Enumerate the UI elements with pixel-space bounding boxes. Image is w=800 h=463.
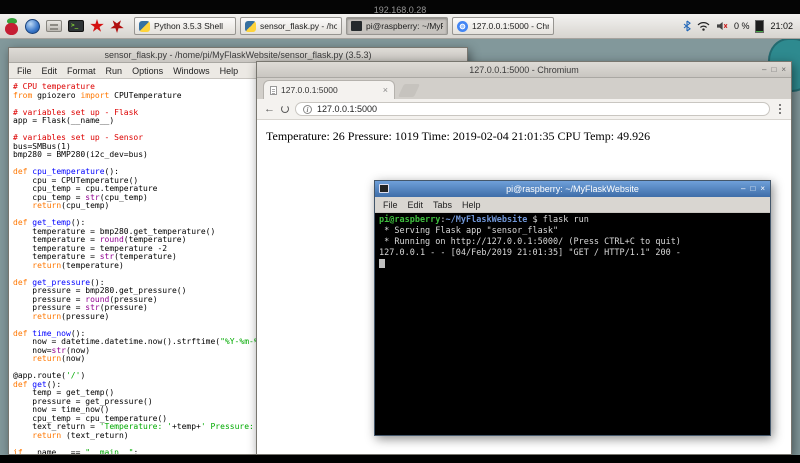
terminal-menu-edit[interactable]: Edit — [403, 200, 429, 210]
chromium-window-controls: – □ × — [762, 62, 786, 77]
clock[interactable]: 21:02 — [770, 21, 793, 31]
reload-icon[interactable] — [281, 105, 289, 113]
cpu-usage-label: 0 % — [733, 21, 750, 31]
chromium-icon — [457, 20, 468, 32]
taskbar-task-python[interactable]: Python 3.5.3 Shell — [134, 17, 236, 35]
idle-menu-windows[interactable]: Windows — [168, 66, 215, 76]
terminal-window: pi@raspberry: ~/MyFlaskWebsite – □ × Fil… — [374, 180, 771, 436]
minimize-icon[interactable]: – — [762, 65, 766, 74]
screen-letterbox — [0, 455, 800, 463]
terminal-menu-tabs[interactable]: Tabs — [428, 200, 457, 210]
term-line — [379, 259, 766, 270]
chromium-toolbar: ← i 127.0.0.1:5000 — [257, 99, 791, 120]
task-label: sensor_flask.py - /ho... — [260, 21, 337, 31]
raspberry-menu-icon[interactable] — [4, 17, 19, 35]
idle-window-title: sensor_flask.py - /home/pi/MyFlaskWebsit… — [104, 50, 372, 60]
terminal-body[interactable]: pi@raspberry:~/MyFlaskWebsite $ flask ru… — [375, 213, 770, 435]
taskbar: Python 3.5.3 Shell sensor_flask.py - /ho.… — [0, 14, 800, 39]
idle-menu-options[interactable]: Options — [127, 66, 168, 76]
idle-menu-help[interactable]: Help — [215, 66, 244, 76]
minimize-icon[interactable]: – — [741, 185, 745, 193]
close-icon[interactable]: × — [760, 185, 765, 193]
taskbar-tasks: Python 3.5.3 Shell sensor_flask.py - /ho.… — [134, 17, 679, 35]
url-text: 127.0.0.1:5000 — [317, 104, 378, 114]
tab-close-icon[interactable]: × — [383, 85, 388, 95]
terminal-app-icon — [379, 184, 389, 193]
close-icon[interactable]: × — [781, 65, 786, 74]
page-favicon-icon — [270, 85, 277, 95]
bluetooth-icon[interactable] — [683, 20, 691, 32]
chromium-window-title: 127.0.0.1:5000 - Chromium — [469, 64, 579, 75]
browser-menu-icon[interactable] — [779, 108, 781, 110]
tab-label: 127.0.0.1:5000 — [281, 85, 338, 95]
taskbar-task-python[interactable]: sensor_flask.py - /ho... — [240, 17, 342, 35]
cpu-meter[interactable] — [755, 19, 765, 33]
task-label: pi@raspberry: ~/MyFl... — [366, 21, 443, 31]
mathematica-icon[interactable] — [107, 16, 126, 35]
chromium-titlebar[interactable]: 127.0.0.1:5000 - Chromium – □ × — [257, 62, 791, 78]
idle-menu-run[interactable]: Run — [101, 66, 128, 76]
term-line: 127.0.0.1 - - [04/Feb/2019 21:01:35] "GE… — [379, 248, 681, 258]
address-bar[interactable]: i 127.0.0.1:5000 — [295, 102, 770, 116]
screen: 192.168.0.28 Python 3.5.3 Shell sensor_fl… — [0, 0, 800, 463]
taskbar-task-chromium[interactable]: 127.0.0.1:5000 - Chro... — [452, 17, 554, 35]
maximize-icon[interactable]: □ — [771, 65, 776, 74]
idle-menu-format[interactable]: Format — [62, 66, 101, 76]
chromium-tabstrip: 127.0.0.1:5000 × — [257, 78, 791, 99]
system-tray: 0 % 21:02 — [683, 19, 796, 33]
taskbar-task-terminal[interactable]: pi@raspberry: ~/MyFl... — [346, 17, 448, 35]
page-info-icon[interactable]: i — [303, 104, 312, 114]
taskbar-launchers — [4, 18, 124, 35]
maximize-icon[interactable]: □ — [750, 185, 755, 193]
term-line: * Running on http://127.0.0.1:5000/ (Pre… — [379, 237, 681, 247]
task-label: 127.0.0.1:5000 - Chro... — [472, 21, 549, 31]
terminal-titlebar[interactable]: pi@raspberry: ~/MyFlaskWebsite – □ × — [375, 181, 770, 197]
task-label: Python 3.5.3 Shell — [154, 21, 223, 31]
sensor-readout-text: Temperature: 26 Pressure: 1019 Time: 201… — [266, 129, 651, 143]
terminal-window-title: pi@raspberry: ~/MyFlaskWebsite — [506, 184, 639, 194]
python-icon — [245, 20, 256, 32]
terminal-window-controls: – □ × — [741, 181, 765, 197]
term-line: * Serving Flask app "sensor_flask" — [379, 226, 559, 236]
desktop: Python 3.5.3 Shell sensor_flask.py - /ho.… — [0, 14, 800, 455]
term-line: pi@raspberry:~/MyFlaskWebsite $ flask ru… — [379, 215, 589, 225]
terminal-menu-help[interactable]: Help — [457, 200, 486, 210]
wifi-icon[interactable] — [697, 21, 710, 31]
web-browser-icon[interactable] — [25, 18, 40, 34]
terminal-menubar: File Edit Tabs Help — [375, 197, 770, 213]
new-tab-button[interactable] — [397, 84, 421, 97]
idle-menu-file[interactable]: File — [12, 66, 37, 76]
browser-tab[interactable]: 127.0.0.1:5000 × — [263, 80, 395, 99]
vnc-status-bar: 192.168.0.28 — [0, 0, 800, 15]
terminal-icon — [351, 21, 362, 31]
back-icon[interactable]: ← — [264, 103, 275, 115]
wolfram-icon[interactable] — [90, 19, 104, 32]
terminal-launcher-icon[interactable] — [68, 20, 84, 32]
idle-menu-edit[interactable]: Edit — [37, 66, 63, 76]
volume-muted-icon[interactable] — [716, 21, 728, 31]
file-manager-icon[interactable] — [46, 20, 62, 32]
python-icon — [139, 20, 150, 32]
terminal-menu-file[interactable]: File — [378, 200, 403, 210]
